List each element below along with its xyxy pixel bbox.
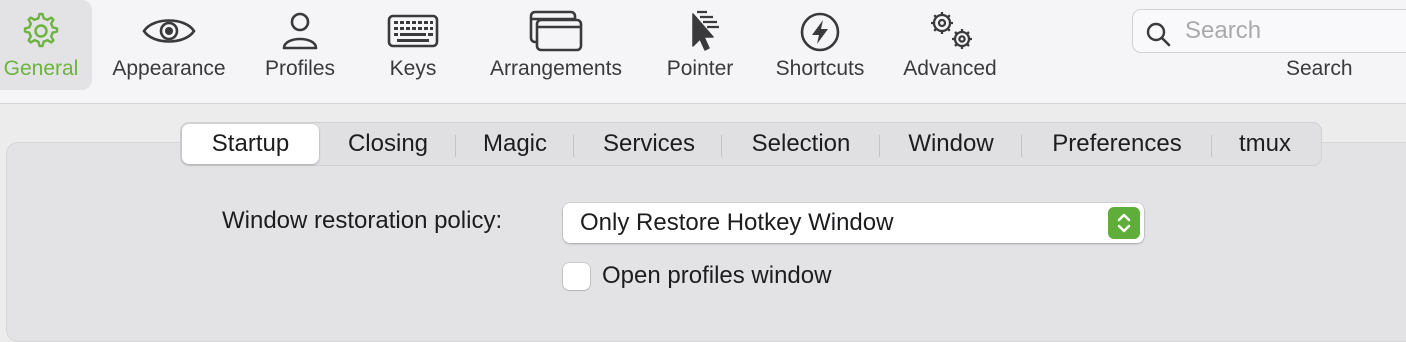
restoration-policy-label: Window restoration policy: [222, 207, 503, 234]
toolbar-item-general[interactable]: General [0, 0, 92, 90]
tab-window[interactable]: Window [887, 123, 1015, 165]
tab-divider [879, 135, 880, 157]
tab-services[interactable]: Services [581, 123, 717, 165]
toolbar-item-label: Pointer [666, 57, 734, 80]
gear-icon [23, 12, 59, 48]
tab-divider [1211, 135, 1212, 157]
search-icon [1146, 22, 1171, 47]
restoration-policy-popup[interactable]: Only Restore Hotkey Window [563, 203, 1144, 243]
restoration-policy-value: Only Restore Hotkey Window [580, 209, 894, 236]
toolbar-item-pointer[interactable]: Pointer [662, 0, 738, 90]
bolt-icon [800, 12, 840, 52]
gears-icon [931, 12, 972, 49]
tab-selection[interactable]: Selection [729, 123, 873, 165]
open-profiles-label[interactable]: Open profiles window [602, 262, 831, 290]
tab-divider [573, 135, 574, 157]
toolbar-item-profiles[interactable]: Profiles [260, 0, 340, 90]
search-field[interactable] [1132, 9, 1406, 53]
toolbar-item-label: Appearance [112, 57, 226, 80]
tab-closing[interactable]: Closing [329, 123, 447, 165]
toolbar-item-label: Keys [389, 57, 437, 80]
toolbar-item-label: Shortcuts [775, 57, 865, 80]
pointer-icon [692, 10, 719, 51]
popup-stepper[interactable] [1108, 207, 1140, 239]
tab-divider [455, 135, 456, 157]
tab-preferences[interactable]: Preferences [1029, 123, 1205, 165]
tab-tmux[interactable]: tmux [1217, 123, 1313, 165]
tab-magic[interactable]: Magic [463, 123, 567, 165]
windows-icon [529, 10, 583, 52]
tab-divider [1021, 135, 1022, 157]
eye-icon [142, 19, 196, 43]
toolbar-item-label: Profiles [264, 57, 336, 80]
toolbar-item-label: Advanced [903, 57, 997, 80]
tab-divider [721, 135, 722, 157]
toolbar-item-advanced[interactable]: Advanced [898, 0, 1002, 90]
toolbar-item-shortcuts[interactable]: Shortcuts [769, 0, 871, 90]
toolbar-item-label: Arrangements [490, 57, 622, 80]
toolbar-item-keys[interactable]: Keys [385, 0, 441, 90]
tab-startup[interactable]: Startup [182, 124, 319, 164]
open-profiles-checkbox[interactable] [563, 263, 590, 290]
search-caption: Search [1286, 57, 1353, 80]
tab-bar: Startup Closing Magic Services Selection… [180, 122, 1322, 166]
toolbar-item-appearance[interactable]: Appearance [106, 0, 232, 90]
person-icon [282, 12, 318, 50]
chevron-updown-icon [1117, 213, 1131, 233]
search-input[interactable] [1185, 16, 1405, 46]
toolbar-item-label: General [3, 57, 79, 80]
toolbar-item-arrangements[interactable]: Arrangements [482, 0, 630, 90]
preferences-toolbar: General Appearance Profiles Keys Arrange… [0, 0, 1406, 104]
keyboard-icon [387, 14, 439, 48]
